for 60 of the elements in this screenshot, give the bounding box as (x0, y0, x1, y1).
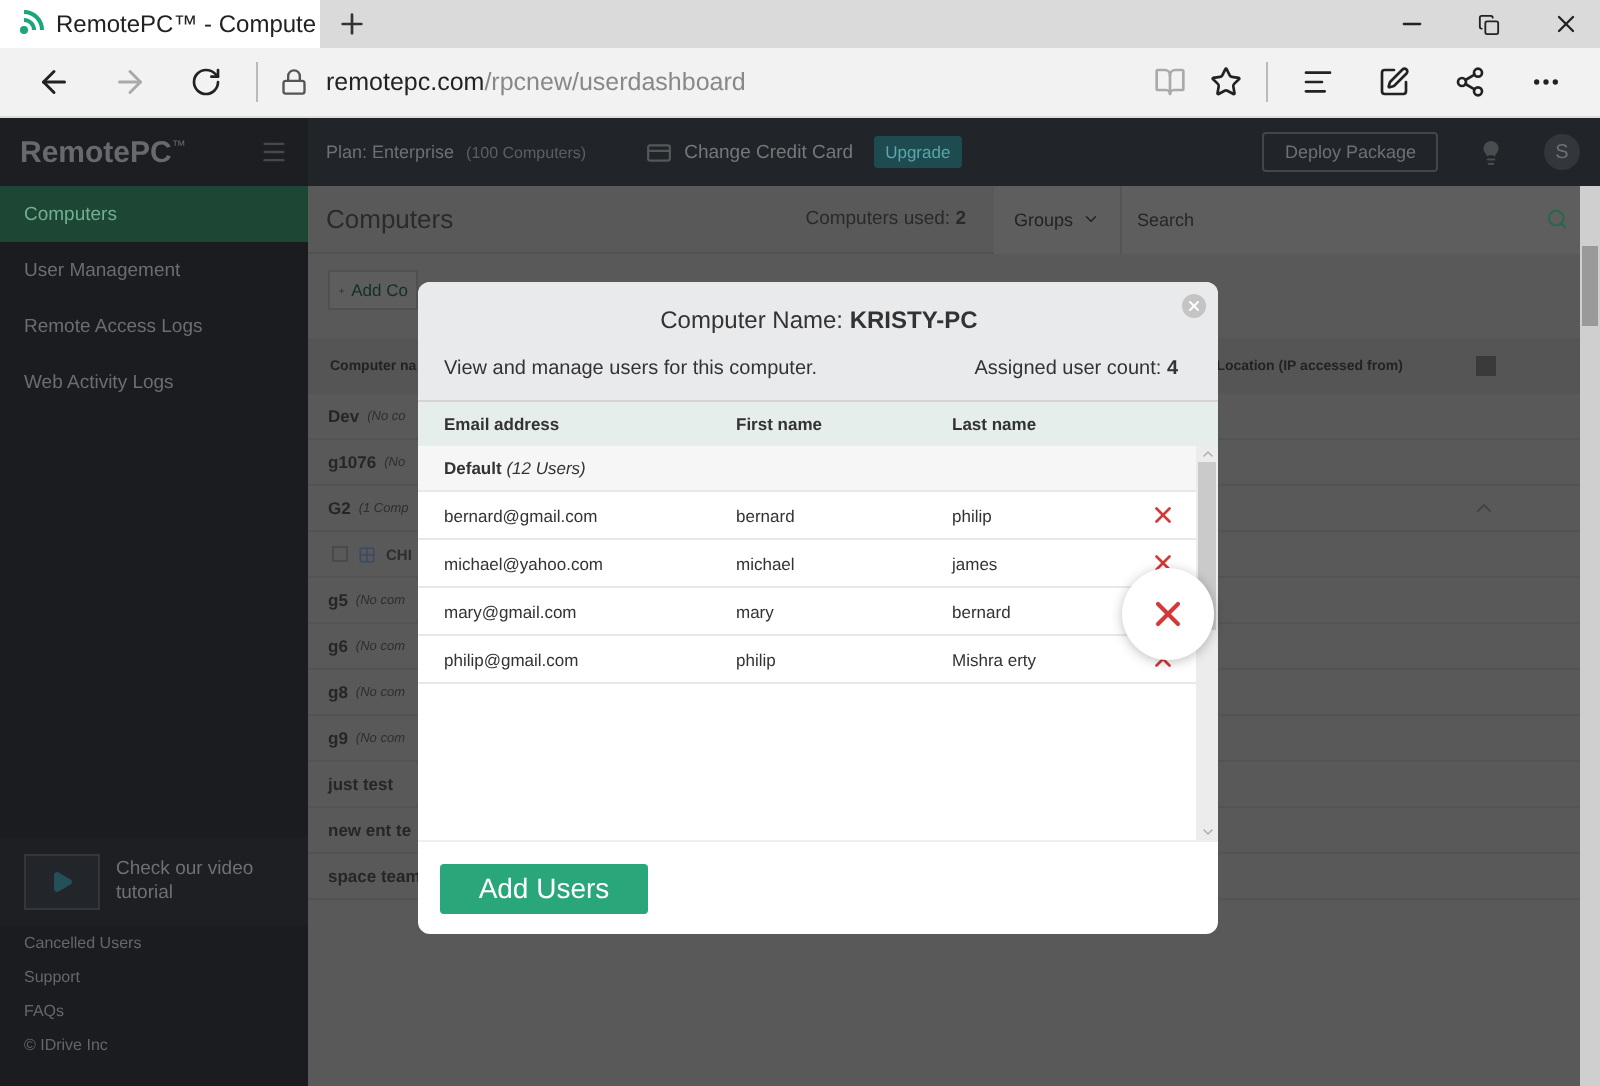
new-tab-icon[interactable] (336, 8, 368, 40)
tab-title: RemotePC™ - Compute (56, 10, 317, 38)
sidebar-item[interactable]: Web Activity Logs (0, 354, 308, 410)
star-icon[interactable] (1210, 66, 1242, 98)
column-header: Email address (444, 414, 562, 434)
last-name-cell-text: bernard (952, 601, 1013, 621)
first-name-cell-text: philip (736, 649, 778, 669)
deploy-button[interactable]: Deploy Package (1262, 132, 1438, 172)
plan-label: Plan: Enterprise (326, 142, 455, 162)
upgrade-button[interactable]: Upgrade (873, 136, 963, 168)
url-field[interactable]: remotepc.com/rpcnew/userdashboard (326, 68, 746, 96)
last-name-cell-text: philip (952, 505, 994, 525)
avatar[interactable]: S (1544, 134, 1580, 170)
scrollbar[interactable] (1580, 186, 1600, 1086)
column-header: Last name (952, 414, 1039, 434)
first-name-cell-text: bernard (736, 505, 797, 525)
last-name-cell-text: james (952, 553, 1000, 573)
hub-icon[interactable] (1302, 66, 1334, 98)
delete-button[interactable] (1122, 567, 1214, 659)
credit-card-icon (646, 139, 673, 165)
footer-link[interactable]: Cancelled Users (24, 934, 284, 952)
last-name-cell-text: Mishra erty (952, 649, 1039, 669)
footer-link[interactable]: FAQs (24, 1002, 284, 1020)
pen-icon[interactable] (1378, 66, 1410, 98)
windows-icon (358, 545, 376, 563)
search-field[interactable]: Search (1121, 209, 1546, 229)
plan-note: (100 Computers) (466, 143, 587, 161)
sidebar-item[interactable]: User Management (0, 242, 308, 298)
email-cell-text: bernard@gmail.com (444, 505, 600, 525)
refresh-icon[interactable] (190, 66, 222, 98)
group-row: Default (12 Users) (418, 446, 1196, 492)
share-icon[interactable] (1454, 66, 1486, 98)
dialog-description: View and manage users for this computer. (444, 358, 818, 380)
browser-tab[interactable]: RemotePC™ - Compute (0, 0, 320, 48)
email-cell-text: mary@gmail.com (444, 601, 579, 621)
lock-icon (280, 68, 308, 96)
add-computer-button[interactable]: Add Co (328, 270, 418, 310)
email-cell-text: michael@yahoo.com (444, 553, 605, 573)
dialog-title: Computer Name: KRISTY-PC (658, 306, 980, 334)
sidebar-item[interactable]: Remote Access Logs (0, 298, 308, 354)
close-icon[interactable] (1552, 10, 1580, 38)
logo-icon (16, 10, 44, 38)
delete-icon[interactable] (1149, 502, 1175, 528)
sidebar-item[interactable]: Computers (0, 186, 308, 242)
caret-icon (1081, 210, 1100, 228)
logo: RemotePC$^{™}$ (20, 135, 188, 169)
column-header: First name (736, 414, 824, 434)
video-tutorial-link[interactable]: Check our video tutorial (116, 858, 256, 906)
back-icon[interactable] (36, 64, 72, 100)
footer-link[interactable]: Support (24, 968, 284, 986)
add-users-button[interactable]: Add Users (440, 863, 648, 913)
video-thumbnail-icon[interactable] (24, 854, 100, 910)
first-name-cell-text: mary (736, 601, 776, 621)
restore-icon[interactable] (1478, 13, 1500, 35)
groups-dropdown[interactable]: Groups (994, 185, 1122, 253)
user-count: Assigned user count: 4 (974, 358, 1178, 380)
first-name-cell-text: michael (736, 553, 797, 573)
change-card-link[interactable]: Change Credit Card (684, 141, 854, 163)
footer-link[interactable]: © IDrive Inc (24, 1036, 284, 1054)
email-cell-text: philip@gmail.com (444, 649, 581, 669)
